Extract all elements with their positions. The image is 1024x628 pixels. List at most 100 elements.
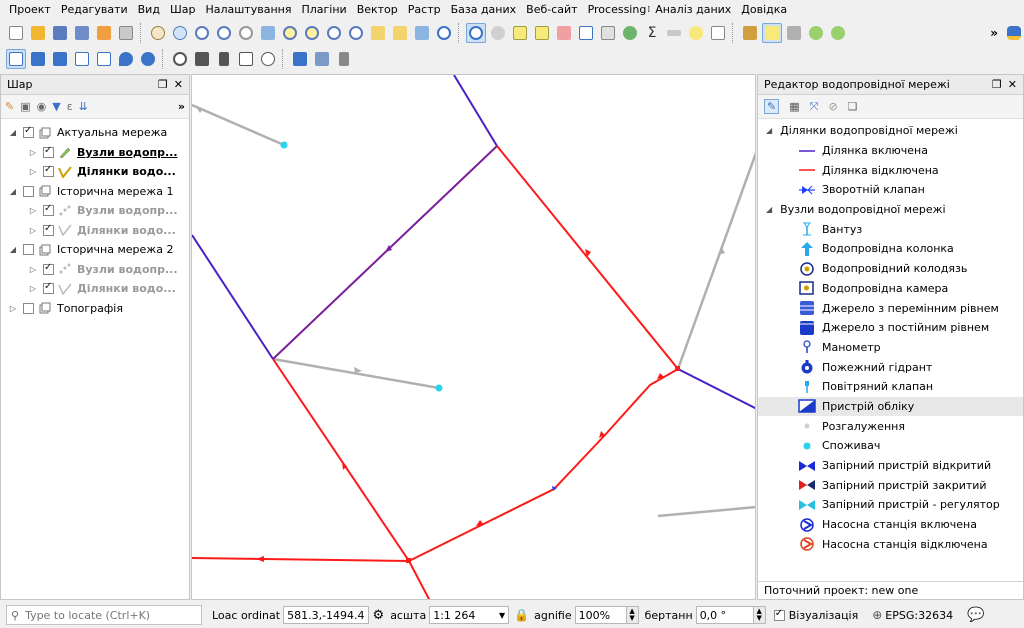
close-panel-icon[interactable]: ✕ — [1008, 78, 1017, 91]
water-drop-icon[interactable] — [116, 49, 136, 69]
pipe-disabled[interactable] — [408, 560, 431, 600]
copy-icon[interactable] — [236, 49, 256, 69]
layout-manager-icon[interactable] — [116, 23, 136, 43]
save-as-icon[interactable] — [72, 23, 92, 43]
collapsed-arrow-icon[interactable]: ▷ — [7, 304, 19, 313]
node-link-icon[interactable]: ⤧ — [810, 100, 819, 114]
network-profile-icon[interactable] — [72, 49, 92, 69]
rotation-field[interactable]: 0,0 ° — [695, 606, 754, 624]
image-icon[interactable] — [312, 49, 332, 69]
legend-item[interactable]: Ділянка відключена — [758, 160, 1023, 180]
menu-item[interactable]: Растр — [403, 0, 446, 20]
table-icon[interactable]: ▦ — [789, 100, 799, 113]
historic-pipe[interactable] — [192, 103, 285, 147]
menu-item[interactable]: Редагувати — [56, 0, 133, 20]
edit-pencil-icon[interactable]: ✎ — [764, 99, 780, 114]
layer-tree-row[interactable]: ▷ Ділянки водо... — [1, 162, 189, 182]
messages-icon[interactable]: 💬 — [967, 607, 984, 623]
zoom-layer-icon[interactable] — [302, 23, 322, 43]
expanded-arrow-icon[interactable]: ◢ — [7, 128, 19, 137]
bookmarks-icon[interactable] — [412, 23, 432, 43]
field-calculator-icon[interactable] — [598, 23, 618, 43]
legend-item[interactable]: Пристрій обліку — [758, 396, 1023, 417]
menu-item[interactable]: Шар — [165, 0, 201, 20]
legend-item[interactable]: Насосна станція відключена — [758, 534, 1023, 554]
legend-item[interactable]: Пожежний гідрант — [758, 357, 1023, 377]
legend-item[interactable]: Розгалуження — [758, 416, 1023, 436]
junction-node[interactable] — [406, 558, 411, 563]
new-3d-view-icon[interactable] — [390, 23, 410, 43]
zoom-1-1-icon[interactable] — [236, 23, 256, 43]
filter-icon[interactable]: ▼ — [52, 100, 60, 113]
legend-group[interactable]: ◢ Ділянки водопровідної мережі — [758, 121, 1023, 141]
junction-node[interactable] — [675, 366, 680, 371]
collapsed-arrow-icon[interactable]: ▷ — [27, 265, 39, 274]
network-trace-icon[interactable] — [28, 49, 48, 69]
pipe-disabled[interactable] — [408, 368, 679, 562]
layer-visibility-checkbox[interactable] — [43, 203, 54, 217]
legend-item[interactable]: Водопровідна камера — [758, 279, 1023, 299]
calculator-icon[interactable] — [192, 49, 212, 69]
layer-tree-row[interactable]: ▷ Вузли водопр... — [1, 143, 189, 163]
unlink-icon[interactable]: ⊘ — [828, 100, 837, 113]
legend-item[interactable]: Запірний пристрій відкритий — [758, 456, 1023, 476]
network-build-icon[interactable] — [50, 49, 70, 69]
copy-layer-icon[interactable]: ❏ — [848, 100, 858, 113]
collapsed-arrow-icon[interactable]: ▷ — [27, 226, 39, 235]
magnifier-spinner[interactable]: ▲ ▼ — [626, 606, 639, 624]
consumer-node[interactable] — [435, 384, 443, 392]
refresh-icon[interactable] — [434, 23, 454, 43]
zoom-next-icon[interactable] — [346, 23, 366, 43]
legend-item[interactable]: Водопровідний колодязь — [758, 259, 1023, 279]
layer-visibility-checkbox[interactable] — [23, 302, 34, 314]
zoom-full-icon[interactable] — [258, 23, 278, 43]
zoom-out-icon[interactable] — [214, 23, 234, 43]
map-tips-icon[interactable] — [686, 23, 706, 43]
deselect-icon[interactable] — [554, 23, 574, 43]
delete-icon[interactable] — [334, 49, 354, 69]
menu-item[interactable]: Вид — [133, 0, 165, 20]
select-features-icon[interactable] — [510, 23, 530, 43]
layer-visibility-checkbox[interactable] — [43, 281, 54, 295]
print-layout-icon[interactable] — [94, 23, 114, 43]
layer-tree-row[interactable]: ◢ Актуальна мережа — [1, 123, 189, 143]
toolbar-overflow-icon[interactable]: » — [990, 26, 998, 40]
expanded-arrow-icon[interactable]: ◢ — [766, 126, 772, 135]
layer-tree-row[interactable]: ◢ Історична мережа 2 — [1, 240, 189, 260]
legend-item[interactable]: Вантуз — [758, 219, 1023, 239]
collapsed-arrow-icon[interactable]: ▷ — [27, 148, 39, 157]
menu-item[interactable]: Вектор — [352, 0, 403, 20]
layer-visibility-checkbox[interactable] — [23, 244, 34, 256]
processing-toolbox-icon[interactable] — [620, 23, 640, 43]
run-feature-action-icon[interactable] — [488, 23, 508, 43]
save-edits-icon[interactable] — [784, 23, 804, 43]
float-panel-icon[interactable]: ❐ — [992, 78, 1002, 91]
add-group-icon[interactable]: ▣ — [20, 100, 30, 113]
menu-item[interactable]: Плагіни — [296, 0, 351, 20]
layer-visibility-checkbox[interactable] — [43, 145, 54, 158]
legend-item[interactable]: Повітряний клапан — [758, 377, 1023, 397]
legend-item[interactable]: Запірний пристрій закритий — [758, 475, 1023, 495]
network-settings-icon[interactable] — [138, 49, 158, 69]
python-console-icon[interactable] — [1004, 23, 1024, 43]
layer-tree-row[interactable]: ▷ Вузли водопр... — [1, 260, 189, 280]
historic-pipe[interactable] — [272, 357, 440, 390]
lock-scale-icon[interactable]: 🔒 — [514, 608, 529, 622]
menu-item[interactable]: Processing — [583, 0, 652, 20]
close-panel-icon[interactable]: ✕ — [174, 78, 183, 91]
measure-icon[interactable] — [664, 23, 684, 43]
globe-icon[interactable]: ⊕ — [872, 608, 882, 622]
zoom-in-icon[interactable] — [192, 23, 212, 43]
scale-field[interactable]: 1:1 264 ▼ — [429, 606, 510, 624]
legend-item[interactable]: Джерело з перемінним рівнем — [758, 298, 1023, 318]
statistics-icon[interactable]: Σ — [642, 23, 662, 43]
menu-item[interactable]: Довідка — [736, 0, 792, 20]
toggle-editing-icon[interactable] — [762, 23, 782, 43]
consumer-node[interactable] — [280, 141, 288, 149]
crs-label[interactable]: EPSG:32634 — [885, 609, 953, 622]
history-icon[interactable] — [258, 49, 278, 69]
pipe-enabled[interactable] — [677, 368, 756, 410]
pipe-enabled[interactable] — [192, 234, 274, 360]
legend-item[interactable]: Насосна станція включена — [758, 515, 1023, 535]
legend-item[interactable]: Запірний пристрій - регулятор — [758, 495, 1023, 515]
